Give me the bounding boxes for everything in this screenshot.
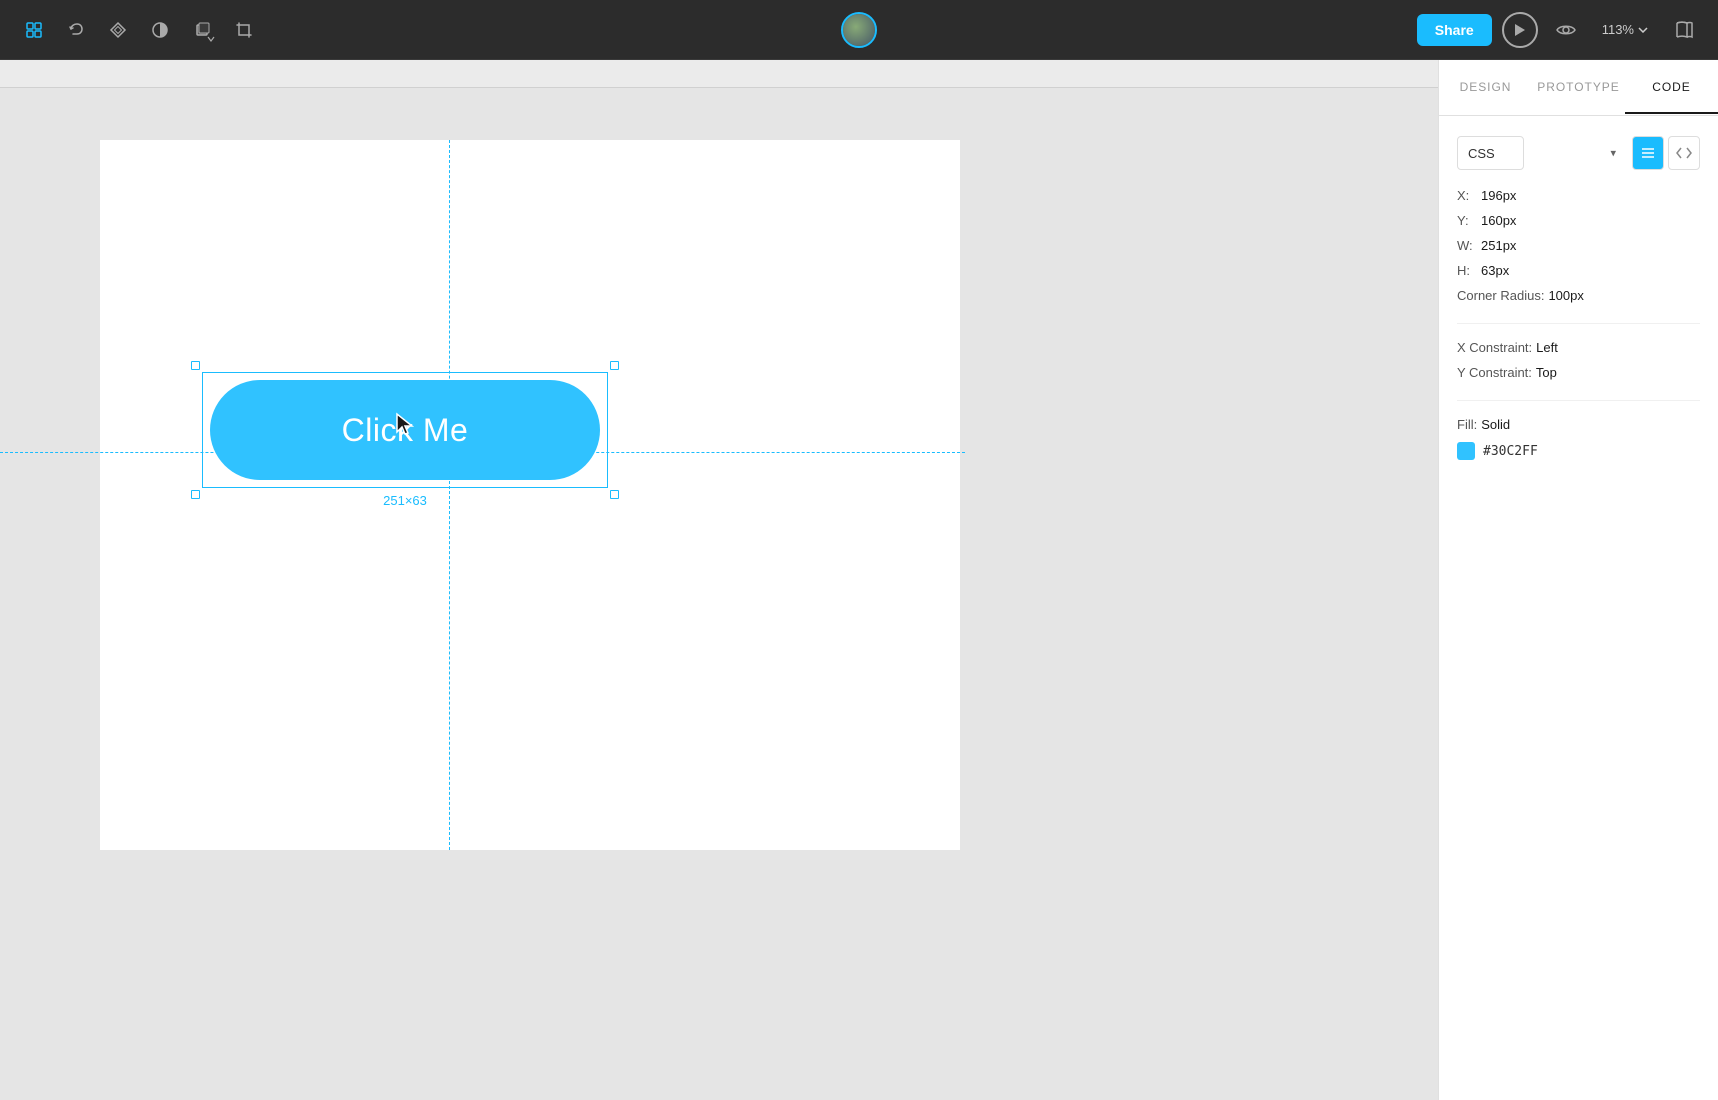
zoom-chevron-icon [1638,27,1648,33]
view-toggle-buttons [1632,136,1700,170]
x-label: X: [1457,188,1477,203]
right-panel: DESIGN PROTOTYPE CODE CSS Swift Android … [1438,60,1718,1100]
x-constraint-value: Left [1536,340,1558,355]
color-swatch[interactable] [1457,442,1475,460]
fill-row: Fill: Solid [1457,417,1700,432]
fill-type: Solid [1481,417,1510,432]
zoom-control[interactable]: 113% [1594,18,1656,41]
tab-code[interactable]: CODE [1625,62,1718,114]
section-divider-1 [1457,323,1700,324]
x-constraint-row: X Constraint: Left [1457,340,1700,355]
crop-button[interactable] [226,12,262,48]
toolbar: Share 113% [0,0,1718,60]
undo-button[interactable] [58,12,94,48]
x-constraint-label: X Constraint: [1457,340,1532,355]
position-properties: X: 196px Y: 160px W: 251px H: 63px Corne… [1457,188,1700,303]
corner-radius-label: Corner Radius: [1457,288,1544,303]
y-value: 160px [1481,213,1516,228]
help-button[interactable] [1666,12,1702,48]
zoom-value: 113% [1602,22,1634,37]
list-icon [1641,147,1655,159]
avatar-image [843,14,875,46]
layers-button[interactable] [184,12,220,48]
canvas-frame [100,140,960,850]
play-button[interactable] [1502,12,1538,48]
preview-button[interactable] [1548,12,1584,48]
canvas-area[interactable]: Click Me 251×63 [0,60,1438,1100]
toolbar-center [841,12,877,48]
share-button[interactable]: Share [1417,14,1492,46]
language-select-wrapper: CSS Swift Android Flutter [1457,136,1624,170]
panel-content: CSS Swift Android Flutter [1439,116,1718,1100]
code-view-button[interactable] [1668,136,1700,170]
avatar[interactable] [841,12,877,48]
select-icon [25,21,43,39]
fill-properties: Fill: Solid #30C2FF [1457,417,1700,460]
book-icon [1674,21,1694,39]
play-icon [1514,23,1526,37]
y-constraint-label: Y Constraint: [1457,365,1532,380]
toolbar-right: Share 113% [885,12,1702,48]
x-property-row: X: 196px [1457,188,1700,203]
components-icon [109,21,127,39]
undo-icon [67,21,85,39]
fill-color-row: #30C2FF [1457,442,1700,460]
language-select[interactable]: CSS Swift Android Flutter [1457,136,1524,170]
corner-radius-value: 100px [1548,288,1583,303]
section-divider-2 [1457,400,1700,401]
w-label: W: [1457,238,1477,253]
dimension-label: 251×63 [383,493,427,508]
select-tool-button[interactable] [16,12,52,48]
y-constraint-row: Y Constraint: Top [1457,365,1700,380]
tab-prototype[interactable]: PROTOTYPE [1532,62,1625,114]
color-hex-value: #30C2FF [1483,444,1538,459]
h-label: H: [1457,263,1477,278]
h-property-row: H: 63px [1457,263,1700,278]
fill-label: Fill: [1457,417,1477,432]
y-property-row: Y: 160px [1457,213,1700,228]
constraint-properties: X Constraint: Left Y Constraint: Top [1457,340,1700,380]
corner-radius-property-row: Corner Radius: 100px [1457,288,1700,303]
code-brackets-icon [1676,147,1692,159]
tab-design[interactable]: DESIGN [1439,62,1532,114]
toolbar-left [16,12,833,48]
panel-tabs: DESIGN PROTOTYPE CODE [1439,60,1718,116]
eye-icon [1556,23,1576,37]
y-constraint-value: Top [1536,365,1557,380]
language-selector-row: CSS Swift Android Flutter [1457,136,1700,170]
main-content: Click Me 251×63 DESIGN PROTOTYPE CODE [0,60,1718,1100]
contrast-button[interactable] [142,12,178,48]
components-button[interactable] [100,12,136,48]
h-value: 63px [1481,263,1509,278]
w-property-row: W: 251px [1457,238,1700,253]
canvas-button-label: Click Me [342,412,469,449]
dropdown-arrow-icon [206,34,216,44]
crop-icon [235,21,253,39]
canvas-element-wrapper: Click Me 251×63 [210,380,600,480]
contrast-icon [151,21,169,39]
list-view-button[interactable] [1632,136,1664,170]
w-value: 251px [1481,238,1516,253]
canvas-click-me-button[interactable]: Click Me [210,380,600,480]
canvas-top-bar [0,60,1438,88]
x-value: 196px [1481,188,1516,203]
y-label: Y: [1457,213,1477,228]
